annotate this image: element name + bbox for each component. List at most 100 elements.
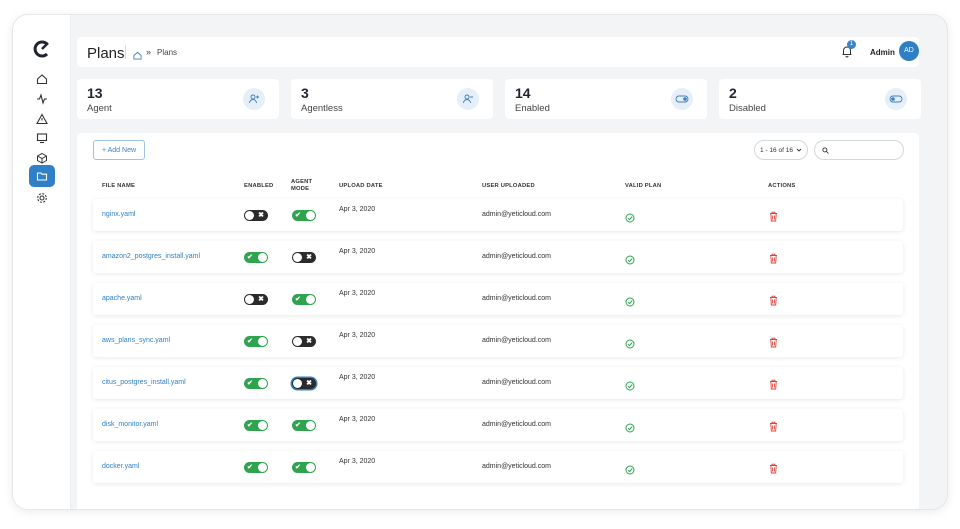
column-header-agent-mode[interactable]: AGENT MODE xyxy=(291,179,312,192)
valid-check-icon xyxy=(625,210,635,228)
breadcrumb-home-icon[interactable] xyxy=(133,47,142,65)
table-row[interactable]: disk_monitor.yaml ✔ ✔ Apr 3, 2020 admin@yeti… xyxy=(93,409,903,441)
enabled-toggle[interactable]: ✔ xyxy=(244,336,268,347)
file-name-link[interactable]: aws_plans_sync.yaml xyxy=(102,337,170,344)
alert-icon[interactable] xyxy=(30,109,54,129)
stat-card-agentless: 3 Agentless xyxy=(291,79,493,119)
valid-check-icon xyxy=(625,252,635,270)
file-name-link[interactable]: nginx.yaml xyxy=(102,211,135,218)
valid-check-icon xyxy=(625,462,635,480)
agent-mode-toggle[interactable]: ✖ xyxy=(292,378,316,389)
x-icon: ✖ xyxy=(258,212,264,219)
trash-icon[interactable] xyxy=(769,251,778,269)
user-name[interactable]: Admin xyxy=(870,48,895,57)
x-icon: ✖ xyxy=(306,338,312,345)
activity-icon[interactable] xyxy=(30,89,54,109)
x-icon: ✖ xyxy=(306,254,312,261)
enabled-toggle[interactable]: ✔ xyxy=(244,252,268,263)
table-row[interactable]: apache.yaml ✖ ✔ Apr 3, 2020 admin@yeticloud.… xyxy=(93,283,903,315)
monitor-icon[interactable] xyxy=(30,128,54,148)
notification-badge: 1 xyxy=(847,40,856,49)
column-header-user-uploaded[interactable]: USER UPLOADED xyxy=(482,183,535,189)
file-name-link[interactable]: apache.yaml xyxy=(102,295,142,302)
upload-date: Apr 3, 2020 xyxy=(339,374,376,381)
toggle-knob xyxy=(245,211,254,220)
breadcrumb-divider xyxy=(125,45,126,59)
page-header: Plans » Plans 1 Admin AD xyxy=(77,37,919,67)
trash-icon[interactable] xyxy=(769,293,778,311)
column-header-file-name[interactable]: FILE NAME xyxy=(102,183,135,189)
table-row[interactable]: amazon2_postgres_install.yaml ✔ ✖ Apr 3, 20… xyxy=(93,241,903,273)
agent-mode-toggle[interactable]: ✖ xyxy=(292,252,316,263)
file-name-link[interactable]: amazon2_postgres_install.yaml xyxy=(102,253,200,260)
check-icon: ✔ xyxy=(295,296,301,303)
logo-icon[interactable] xyxy=(32,39,52,59)
column-header-actions[interactable]: ACTIONS xyxy=(768,183,796,189)
toggle-knob xyxy=(245,295,254,304)
trash-icon[interactable] xyxy=(769,419,778,437)
column-header-upload-date[interactable]: UPLOAD DATE xyxy=(339,183,383,189)
folder-icon[interactable] xyxy=(29,165,55,187)
pagination-label: 1 - 16 of 16 xyxy=(760,146,793,154)
table-row[interactable]: citus_postgres_install.yaml ✔ ✖ Apr 3, 2020… xyxy=(93,367,903,399)
check-icon: ✔ xyxy=(247,464,253,471)
plans-panel: + Add New 1 - 16 of 16 FILE NAME ENABLED… xyxy=(77,133,919,509)
enabled-toggle[interactable]: ✔ xyxy=(244,420,268,431)
stat-label: Enabled xyxy=(515,103,550,114)
trash-icon[interactable] xyxy=(769,335,778,353)
user-plus-icon xyxy=(243,88,265,110)
add-new-button[interactable]: + Add New xyxy=(93,140,145,160)
toggle-knob xyxy=(258,463,267,472)
table-row[interactable]: aws_plans_sync.yaml ✔ ✖ Apr 3, 2020 admin@ye… xyxy=(93,325,903,357)
app-window: Plans » Plans 1 Admin AD 13 Agent 3 Agen… xyxy=(12,14,948,510)
user-uploaded: admin@yeticloud.com xyxy=(482,211,551,218)
page-title: Plans xyxy=(87,45,125,62)
toggle-on-icon xyxy=(671,88,693,110)
toggle-knob xyxy=(293,253,302,262)
check-icon: ✔ xyxy=(295,422,301,429)
home-icon[interactable] xyxy=(30,69,54,89)
stat-card-disabled: 2 Disabled xyxy=(719,79,921,119)
user-uploaded: admin@yeticloud.com xyxy=(482,463,551,470)
file-name-link[interactable]: docker.yaml xyxy=(102,463,139,470)
toggle-knob xyxy=(293,379,302,388)
check-icon: ✔ xyxy=(247,254,253,261)
x-icon: ✖ xyxy=(258,296,264,303)
enabled-toggle[interactable]: ✔ xyxy=(244,462,268,473)
agent-mode-toggle[interactable]: ✔ xyxy=(292,210,316,221)
trash-icon[interactable] xyxy=(769,209,778,227)
trash-icon[interactable] xyxy=(769,377,778,395)
toggle-knob xyxy=(306,295,315,304)
trash-icon[interactable] xyxy=(769,461,778,479)
file-name-link[interactable]: citus_postgres_install.yaml xyxy=(102,379,186,386)
user-uploaded: admin@yeticloud.com xyxy=(482,295,551,302)
search-box[interactable] xyxy=(814,140,904,160)
agent-mode-toggle[interactable]: ✖ xyxy=(292,336,316,347)
column-header-enabled[interactable]: ENABLED xyxy=(244,183,273,189)
avatar[interactable]: AD xyxy=(899,41,919,61)
enabled-toggle[interactable]: ✖ xyxy=(244,210,268,221)
upload-date: Apr 3, 2020 xyxy=(339,290,376,297)
column-header-valid-plan[interactable]: VALID PLAN xyxy=(625,183,661,189)
toggle-knob xyxy=(306,463,315,472)
toggle-off-icon xyxy=(885,88,907,110)
stat-label: Agent xyxy=(87,103,112,114)
table-row[interactable]: docker.yaml ✔ ✔ Apr 3, 2020 admin@yeticloud.… xyxy=(93,451,903,483)
pagination-dropdown[interactable]: 1 - 16 of 16 xyxy=(754,140,808,160)
agent-mode-toggle[interactable]: ✔ xyxy=(292,420,316,431)
search-input[interactable] xyxy=(833,146,901,154)
agent-mode-toggle[interactable]: ✔ xyxy=(292,462,316,473)
enabled-toggle[interactable]: ✔ xyxy=(244,378,268,389)
stat-value: 2 xyxy=(729,85,737,101)
settings-icon[interactable] xyxy=(30,188,54,208)
enabled-toggle[interactable]: ✖ xyxy=(244,294,268,305)
breadcrumb-current: Plans xyxy=(157,48,178,57)
valid-check-icon xyxy=(625,378,635,396)
user-minus-icon xyxy=(457,88,479,110)
upload-date: Apr 3, 2020 xyxy=(339,206,376,213)
table-row[interactable]: nginx.yaml ✖ ✔ Apr 3, 2020 admin@yeticloud.c… xyxy=(93,199,903,231)
stat-value: 14 xyxy=(515,85,531,101)
file-name-link[interactable]: disk_monitor.yaml xyxy=(102,421,158,428)
valid-check-icon xyxy=(625,336,635,354)
agent-mode-toggle[interactable]: ✔ xyxy=(292,294,316,305)
